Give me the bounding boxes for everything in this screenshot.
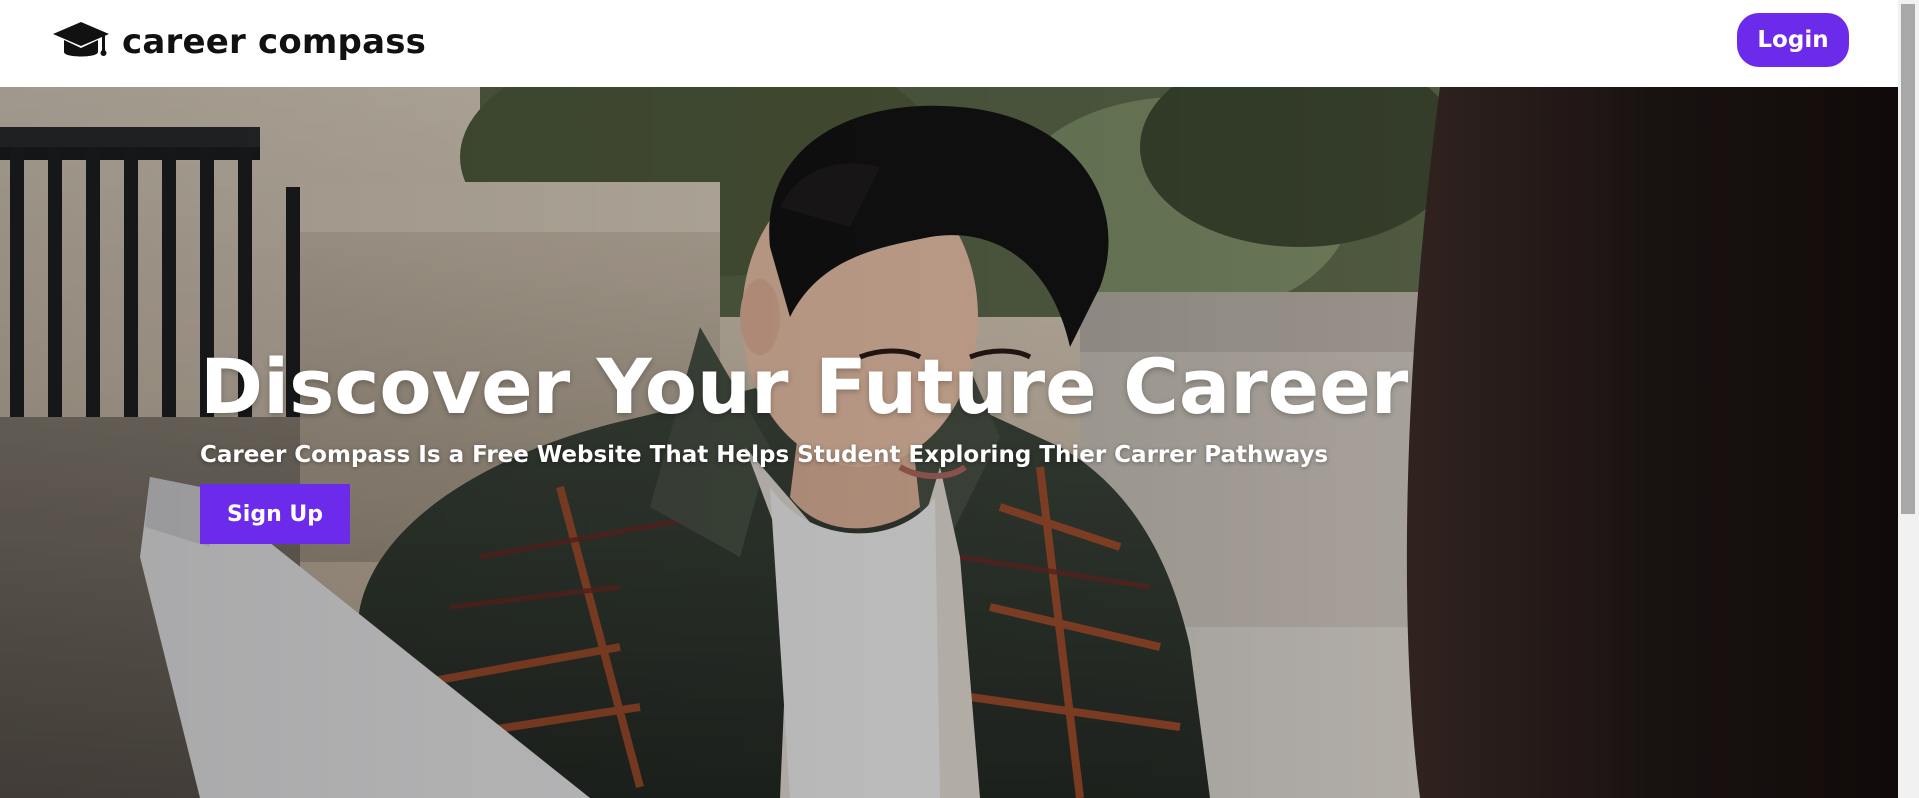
brand-name: career compass <box>122 22 427 62</box>
brand-logo[interactable]: career compass <box>52 18 426 66</box>
hero-title: Discover Your Future Career <box>200 342 1409 431</box>
hero-subtitle: Career Compass Is a Free Website That He… <box>200 442 1329 468</box>
hero-content: Discover Your Future Career Career Compa… <box>200 342 1408 544</box>
hero-section: Discover Your Future Career Career Compa… <box>0 87 1898 798</box>
sign-up-button[interactable]: Sign Up <box>200 484 350 544</box>
scrollbar-thumb[interactable] <box>1901 4 1915 514</box>
vertical-scrollbar[interactable] <box>1898 0 1919 798</box>
graduation-cap-icon <box>53 22 109 57</box>
login-button[interactable]: Login <box>1737 13 1849 67</box>
top-navbar: career compass Login <box>0 0 1898 87</box>
page: career compass Login Discover Your Futur… <box>0 0 1919 798</box>
